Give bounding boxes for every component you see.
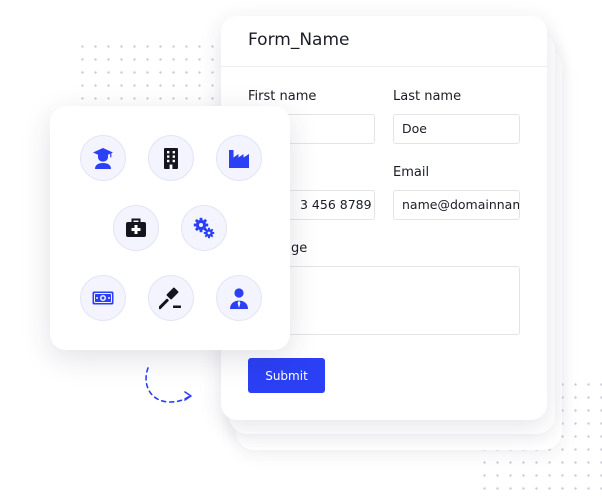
last-name-field[interactable]: Doe	[393, 114, 520, 144]
form-divider	[221, 66, 547, 67]
business-person-icon	[230, 288, 248, 309]
gears-icon	[193, 217, 215, 239]
icon-grid-card	[50, 106, 290, 350]
building-icon	[164, 148, 178, 169]
email-field[interactable]: name@domainnam	[393, 190, 520, 220]
dashed-arrow	[145, 367, 192, 403]
form-title: Form_Name	[248, 30, 350, 50]
last-name-label: Last name	[393, 89, 462, 104]
email-label: Email	[393, 165, 430, 180]
gears-icon-button[interactable]	[181, 205, 227, 251]
graduate-icon-button[interactable]	[80, 135, 126, 181]
money-icon	[92, 291, 114, 305]
gavel-icon	[159, 287, 181, 310]
money-icon-button[interactable]	[80, 275, 126, 321]
medical-kit-icon-button[interactable]	[113, 205, 159, 251]
gavel-icon-button[interactable]	[148, 275, 194, 321]
medical-kit-icon	[126, 218, 146, 237]
building-icon-button[interactable]	[148, 135, 194, 181]
factory-icon	[229, 150, 249, 168]
first-name-label: First name	[248, 89, 317, 104]
business-person-icon-button[interactable]	[216, 275, 262, 321]
factory-icon-button[interactable]	[216, 135, 262, 181]
graduate-icon	[93, 148, 113, 169]
message-label: ge	[291, 241, 308, 256]
submit-button[interactable]: Submit	[248, 358, 325, 393]
